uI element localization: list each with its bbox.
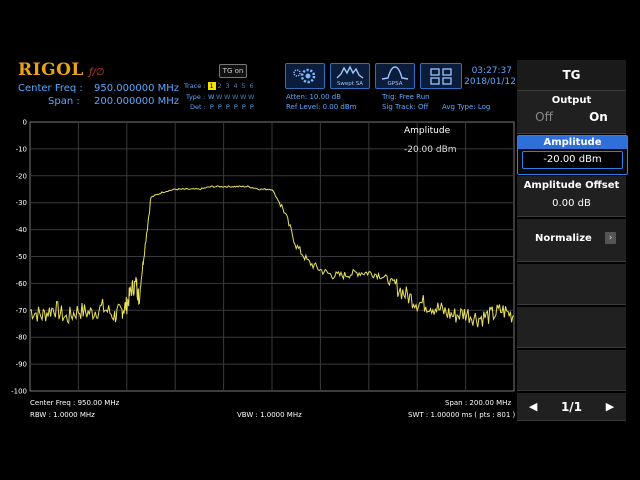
output-on-option[interactable]: On [589, 110, 608, 124]
y-tick-label: 0 [23, 119, 27, 127]
amplitude-offset-label: Amplitude Offset [523, 180, 620, 191]
y-axis-ticks: 0 -10 -20 -30 -40 -50 -60 -70 -80 -90 -100 [11, 119, 27, 396]
tg-status-badge: TG on [219, 64, 247, 78]
clock-time: 03:27:37 [471, 66, 512, 76]
trace-type-2: W [216, 93, 223, 101]
logo-subtitle: ƒ/∅ [89, 67, 105, 78]
trace-1[interactable]: 1 [207, 82, 216, 90]
span-value[interactable]: 200.000000 MHz [94, 96, 179, 107]
empty-softkey-1[interactable] [517, 264, 626, 305]
chevron-right-icon: › [605, 232, 616, 244]
avg-type-readout[interactable]: Avg Type: Log [442, 103, 490, 111]
y-tick-label: -50 [16, 253, 27, 261]
y-tick-label: -70 [16, 307, 27, 315]
amplitude-offset-value: 0.00 dB [552, 198, 591, 209]
output-toggle[interactable]: Output Off On [517, 91, 626, 134]
atten-readout[interactable]: Atten: 10.00 dB [286, 93, 341, 101]
settings-gear-icon [293, 68, 316, 84]
gpsa-label: GPSA [387, 81, 403, 87]
normalize-button[interactable]: Normalize › [517, 219, 626, 262]
trace-det-6: P [249, 103, 254, 111]
amplitude-input[interactable]: -20.00 dBm [522, 151, 623, 169]
trace-5[interactable]: 5 [240, 82, 248, 90]
trace-type-5: W [240, 93, 247, 101]
y-tick-label: -20 [16, 172, 27, 180]
trace-det-3: P [225, 103, 230, 111]
panel-title-text: TG [562, 68, 581, 82]
amplitude-readout-value: -20.00 dBm [404, 145, 457, 155]
trace-type-3: W [224, 93, 231, 101]
y-tick-label: -40 [16, 226, 27, 234]
trig-readout[interactable]: Trig: Free Run [382, 93, 430, 101]
panel-title: TG [517, 60, 626, 91]
output-off-option[interactable]: Off [535, 110, 553, 124]
footer-span[interactable]: Span : 200.00 MHz [445, 399, 511, 407]
output-label: Output [551, 95, 592, 106]
trace-det-5: P [241, 103, 246, 111]
center-freq-value[interactable]: 950.000000 MHz [94, 83, 179, 94]
footer-center-freq[interactable]: Center Freq : 950.00 MHz [30, 399, 119, 407]
page-navigator: ◀ 1/1 ▶ [517, 393, 626, 421]
clock-date: 2018/01/12 [464, 77, 516, 87]
trace-row[interactable]: Trace : 123456 [184, 82, 256, 90]
normalize-label: Normalize [535, 233, 592, 244]
y-tick-label: -30 [16, 199, 27, 207]
trace-6[interactable]: 6 [248, 82, 256, 90]
trace-label: Trace : [184, 82, 206, 90]
trace-4[interactable]: 4 [232, 82, 240, 90]
footer-vbw[interactable]: VBW : 1.0000 MHz [237, 411, 302, 419]
y-tick-label: -80 [16, 334, 27, 342]
type-row: Type : WWWWWW [186, 93, 255, 101]
y-tick-label: -100 [11, 388, 27, 396]
swept-sa-button[interactable]: Swept SA [330, 63, 370, 89]
footer-rbw[interactable]: RBW : 1.0000 MHz [30, 411, 95, 419]
amplitude-readout-label: Amplitude [404, 126, 451, 136]
trace-3[interactable]: 3 [224, 82, 232, 90]
amplitude-offset-button[interactable]: Amplitude Offset 0.00 dB [517, 176, 626, 217]
prev-page-arrow-icon[interactable]: ◀ [529, 400, 537, 413]
y-tick-label: -10 [16, 145, 27, 153]
settings-button[interactable] [285, 63, 325, 89]
trace-type-6: W [248, 93, 255, 101]
amplitude-label: Amplitude [518, 136, 627, 149]
sig-track-readout[interactable]: Sig Track: Off [382, 103, 428, 111]
next-page-arrow-icon[interactable]: ▶ [606, 400, 614, 413]
trace-type-1: W [208, 93, 215, 101]
det-label: Det : [190, 103, 206, 111]
span-label: Span : [48, 96, 80, 107]
gpsa-button[interactable]: GPSA [375, 63, 415, 89]
rigol-logo: RIGOL [18, 60, 84, 80]
empty-softkey-2[interactable] [517, 307, 626, 348]
page-indicator: 1/1 [560, 399, 583, 414]
swept-sa-icon [336, 65, 364, 79]
spectrum-plot[interactable]: 0 -10 -20 -30 -40 -50 -60 -70 -80 -90 -100 [0, 114, 517, 404]
y-tick-label: -60 [16, 280, 27, 288]
footer-swt[interactable]: SWT : 1.00000 ms ( pts : 801 ) [408, 411, 515, 419]
gpsa-icon [381, 66, 409, 80]
det-row: Det : PPPPPP [190, 103, 256, 111]
center-freq-label: Center Freq : [18, 83, 83, 94]
trace-2[interactable]: 2 [216, 82, 224, 90]
trace-type-4: W [232, 93, 239, 101]
swept-sa-label: Swept SA [336, 81, 364, 87]
y-tick-label: -90 [16, 361, 27, 369]
trace-det-4: P [233, 103, 238, 111]
trace-det-2: P [217, 103, 222, 111]
tg-menu-panel: TG Output Off On Amplitude -20.00 dBm Am… [517, 60, 628, 421]
trace-det-1: P [209, 103, 214, 111]
type-label: Type : [186, 93, 206, 101]
ref-level-readout[interactable]: Ref Level: 0.00 dBm [286, 103, 356, 111]
plot-grid [29, 121, 515, 392]
amplitude-button[interactable]: Amplitude -20.00 dBm [517, 135, 628, 175]
empty-softkey-3[interactable] [517, 350, 626, 391]
